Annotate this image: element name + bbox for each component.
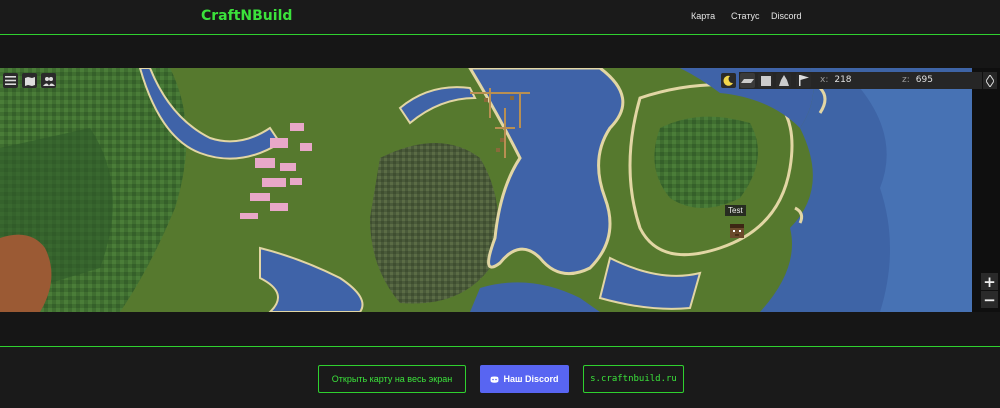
coord-z: z: 695 [897,72,982,89]
discord-icon [490,376,499,383]
zoom-out-button[interactable]: − [981,291,998,309]
coord-x-label: x: [820,75,829,85]
player-name-tag: Test [725,205,746,216]
markers-button[interactable] [796,73,811,88]
night-toggle-button[interactable] [721,73,736,88]
map-switch-button[interactable] [22,73,37,88]
zoom-in-button[interactable]: + [981,273,998,291]
nav-link-discord[interactable]: Discord [771,11,802,21]
player-head-icon[interactable] [730,224,744,238]
flag-icon [798,75,809,86]
site-header: CraftNBuild Карта Статус Discord [0,0,1000,35]
coord-z-label: z: [902,75,910,85]
flat-view-icon [741,78,754,83]
fullscreen-map-button[interactable]: Открыть карту на весь экран [318,365,466,393]
coord-x: x: 218 [815,72,897,89]
menu-button[interactable] [3,73,18,88]
coord-x-value: 218 [834,75,852,85]
free-view-button[interactable] [776,73,791,88]
moon-icon [723,75,733,86]
compass-button[interactable] [983,72,997,89]
players-button[interactable] [41,73,56,88]
map-icon [24,76,35,86]
square-view-icon [760,75,771,86]
compass-icon [986,74,994,87]
site-logo[interactable]: CraftNBuild [201,8,292,24]
top-spacer [0,35,1000,68]
map-viewport[interactable] [0,68,972,312]
nav-link-status[interactable]: Статус [731,11,759,21]
server-address-button[interactable]: s.craftnbuild.ru [583,365,684,393]
free-view-icon [778,75,789,86]
bottom-spacer [0,312,1000,346]
menu-icon [5,76,16,85]
players-icon [42,76,55,86]
nav-link-map[interactable]: Карта [691,11,715,21]
coord-z-value: 695 [915,75,933,85]
flat-view-button[interactable] [740,73,755,88]
discord-button[interactable]: Наш Discord [480,365,569,393]
map-terrain[interactable] [0,68,972,312]
square-view-button[interactable] [758,73,773,88]
discord-button-label: Наш Discord [503,374,559,384]
player-face [730,224,744,236]
